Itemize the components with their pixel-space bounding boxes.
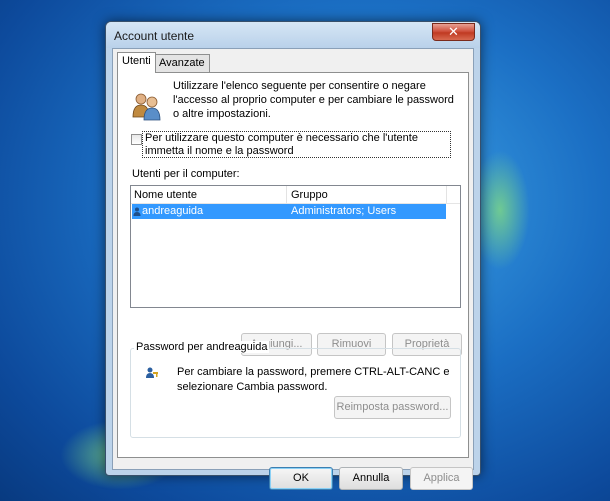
column-header-username[interactable]: Nome utente [134,189,197,201]
title-bar[interactable]: Account utente ✕ [106,22,480,48]
table-row[interactable]: andreaguida Administrators; Users [132,204,446,219]
users-icon [132,93,161,121]
key-user-icon [146,367,158,378]
tab-avanzate[interactable]: Avanzate [154,54,210,72]
dialog-client-area: Utenti Avanzate Utilizzare l'elenco segu… [112,48,474,490]
list-header: Nome utente Gruppo [131,186,460,204]
window-title: Account utente [114,29,195,43]
require-password-row: Per utilizzare questo computer è necessa… [131,131,457,159]
cancel-button[interactable]: Annulla [339,467,403,490]
users-list[interactable]: Nome utente Gruppo andreaguida Administr… [130,185,461,308]
tab-utenti[interactable]: Utenti [117,52,156,73]
require-password-label[interactable]: Per utilizzare questo computer è necessa… [142,131,451,158]
apply-button[interactable]: Applica [410,467,473,490]
intro-text: Utilizzare l'elenco seguente per consent… [173,80,454,120]
user-icon [133,207,141,216]
password-groupbox: Password per andreaguida Per cambiare la… [130,341,461,438]
close-icon: ✕ [448,24,459,39]
column-header-group[interactable]: Gruppo [291,189,328,201]
column-separator[interactable] [446,186,447,203]
password-instructions: Per cambiare la password, premere CTRL-A… [177,366,450,393]
username-cell: andreaguida [142,205,204,217]
tab-panel-utenti: Utilizzare l'elenco seguente per consent… [117,72,469,458]
reset-password-button[interactable]: Reimposta password... [334,396,451,419]
users-section-label: Utenti per il computer: [132,168,240,180]
ok-button[interactable]: OK [269,467,333,490]
close-button[interactable]: ✕ [432,23,475,41]
require-password-checkbox[interactable] [131,134,142,145]
account-dialog: Account utente ✕ Utenti Avanzate Utilizz… [105,21,481,490]
column-separator[interactable] [286,186,287,203]
password-group-title: Password per andreaguida [134,341,270,353]
group-cell: Administrators; Users [291,205,397,217]
